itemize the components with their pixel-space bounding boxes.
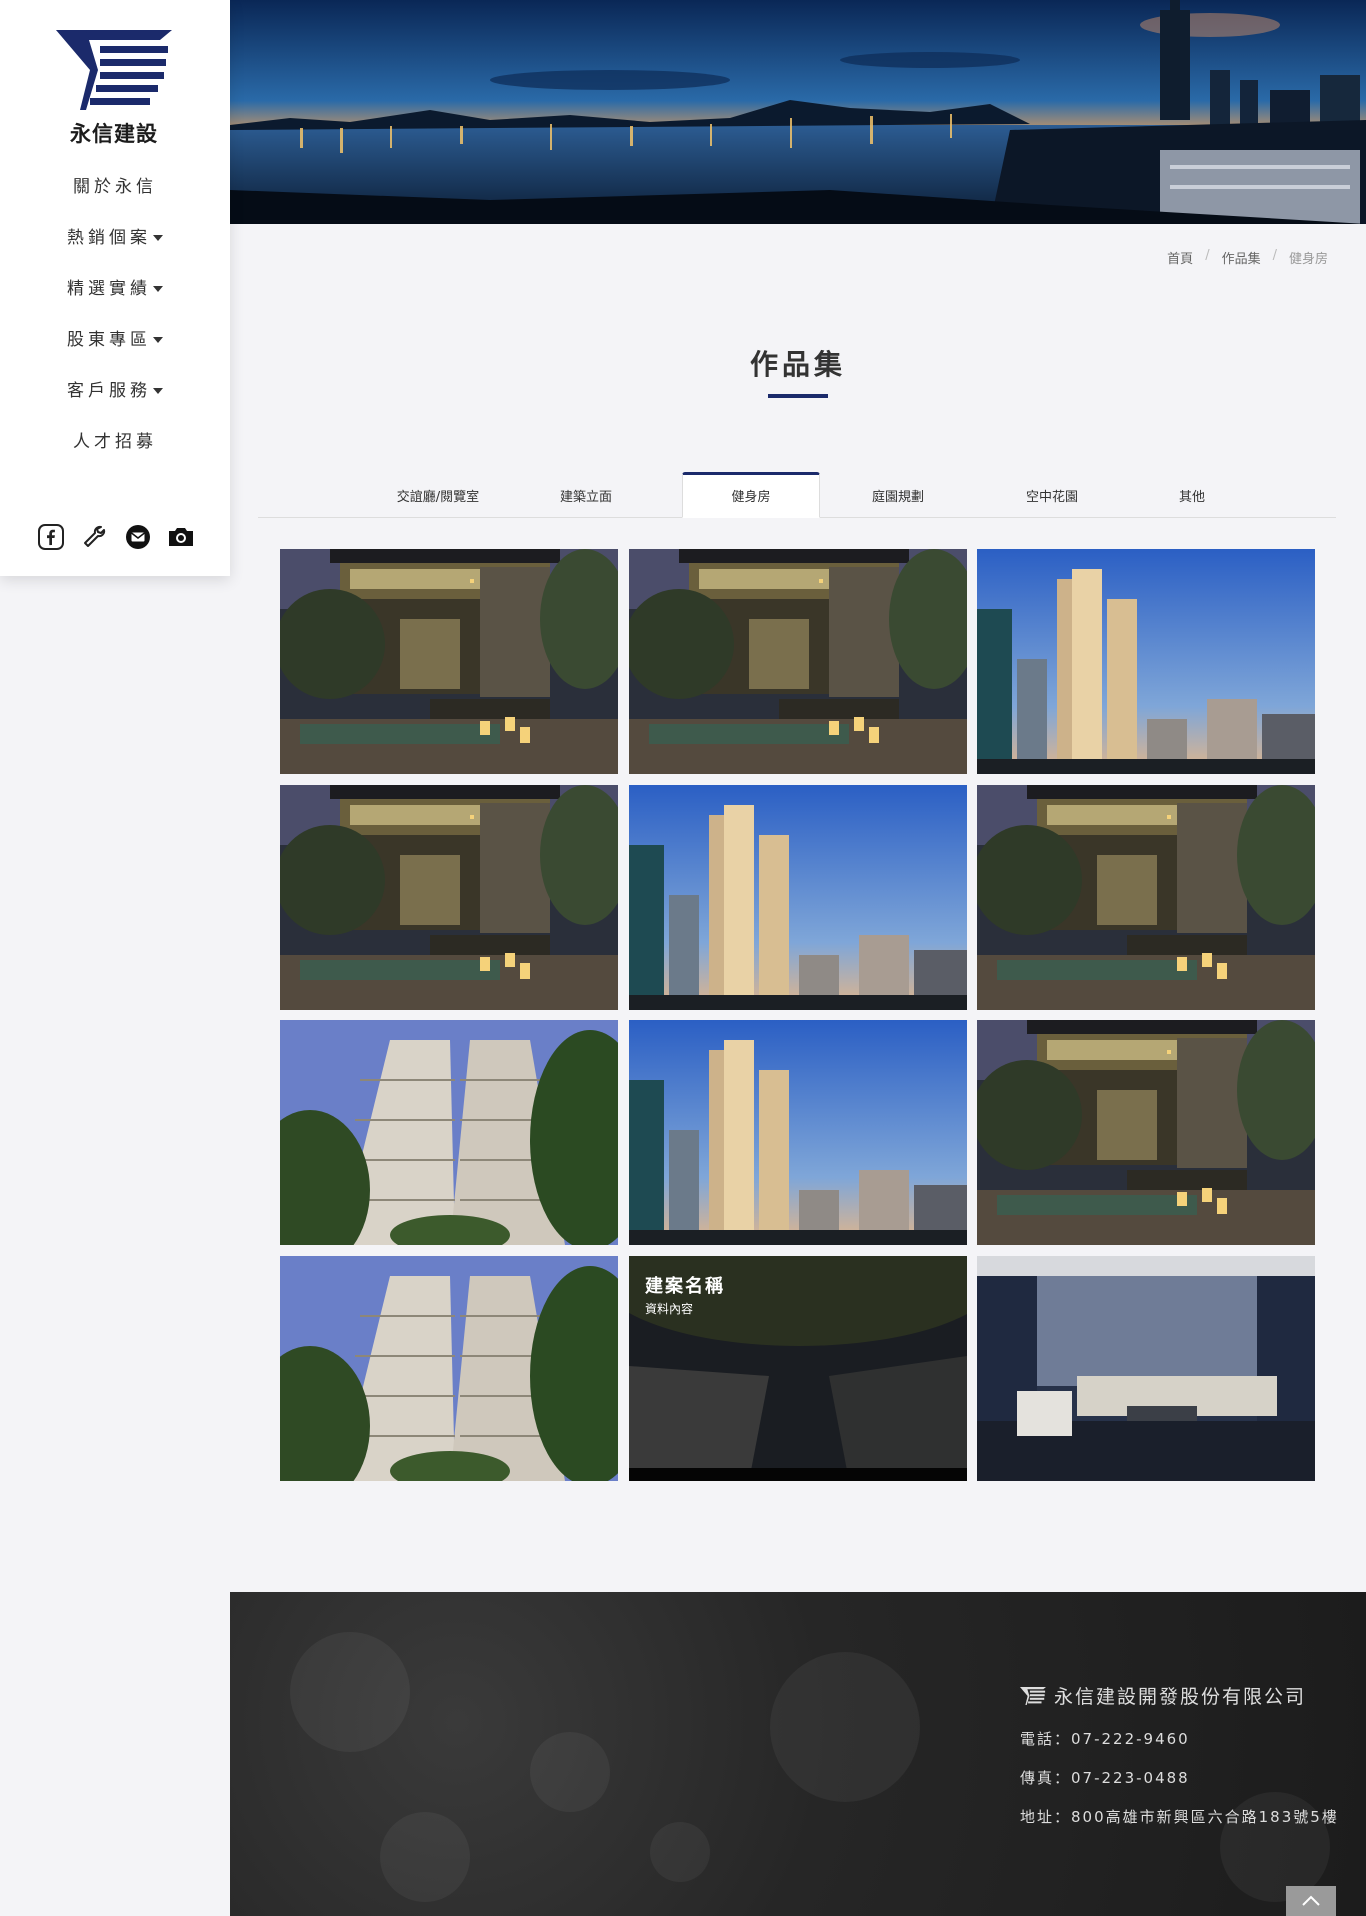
- footer-phone: 電話：07-222-9460: [1020, 1730, 1190, 1748]
- tab-sky-garden[interactable]: 空中花園: [982, 472, 1122, 518]
- social-links: [36, 522, 196, 552]
- footer-bokeh: [530, 1732, 610, 1812]
- nav-item-about[interactable]: 關於永信: [0, 162, 230, 213]
- caret-down-icon: [153, 388, 163, 394]
- footer-fax: 傳真：07-223-0488: [1020, 1769, 1190, 1787]
- nav-item-label: 熱銷個案: [67, 228, 151, 248]
- nav-item-customer-service[interactable]: 客戶服務: [0, 366, 230, 417]
- back-to-top-button[interactable]: [1286, 1886, 1336, 1916]
- caret-down-icon: [153, 337, 163, 343]
- tab-gym[interactable]: 健身房: [682, 472, 820, 518]
- villa-night-image: [280, 549, 618, 774]
- gallery-tile[interactable]: [977, 1020, 1315, 1245]
- facebook-icon[interactable]: [36, 522, 66, 552]
- caret-down-icon: [153, 235, 163, 241]
- villa-night-image: [629, 549, 967, 774]
- logo-mark-icon: [1020, 1686, 1046, 1705]
- gallery-tile[interactable]: [977, 785, 1315, 1010]
- tab-lounge[interactable]: 交誼廳/閱覽室: [368, 472, 508, 518]
- mail-icon[interactable]: [123, 522, 153, 552]
- villa-night-image: [977, 1020, 1315, 1245]
- highrise-day-image: [280, 1020, 618, 1245]
- nav-item-careers[interactable]: 人才招募: [0, 417, 230, 468]
- gallery-tile[interactable]: [629, 1020, 967, 1245]
- breadcrumb-current: 健身房: [1288, 252, 1328, 267]
- gallery-grid: 建案名稱 資料內容: [280, 549, 1315, 1482]
- gallery-tile[interactable]: [280, 1020, 618, 1245]
- nav-item-label: 關於永信: [73, 177, 157, 197]
- gallery-tile[interactable]: [280, 785, 618, 1010]
- nav-item-shareholders[interactable]: 股東專區: [0, 315, 230, 366]
- gallery-tile[interactable]: [629, 549, 967, 774]
- tab-other[interactable]: 其他: [1122, 472, 1262, 518]
- footer-address: 地址：800高雄市新興區六合路183號5樓: [1020, 1808, 1339, 1826]
- nav-item-hot-projects[interactable]: 熱銷個案: [0, 213, 230, 264]
- living-room-image: [977, 1256, 1315, 1481]
- footer-bokeh: [770, 1652, 920, 1802]
- towers-dusk-image: [977, 549, 1315, 774]
- footer-bokeh: [290, 1632, 410, 1752]
- tab-garden[interactable]: 庭園規劃: [828, 472, 968, 518]
- title-underline: [768, 394, 828, 398]
- breadcrumb-portfolio[interactable]: 作品集: [1222, 248, 1261, 267]
- footer: 永信建設開發股份有限公司 電話：07-222-9460 傳真：07-223-04…: [230, 1592, 1366, 1916]
- tile-overlay-subtitle: 資料內容: [645, 1302, 694, 1316]
- footer-bokeh: [380, 1812, 470, 1902]
- gallery-tile[interactable]: [977, 1256, 1315, 1481]
- main-nav: 關於永信 熱銷個案 精選實績 股東專區 客戶服務 人才招募: [0, 162, 230, 468]
- breadcrumb-separator: /: [1272, 248, 1277, 263]
- footer-company-name: 永信建設開發股份有限公司: [1054, 1686, 1307, 1708]
- gallery-tile[interactable]: [629, 785, 967, 1010]
- caret-down-icon: [153, 286, 163, 292]
- nav-item-label: 精選實績: [67, 279, 151, 299]
- nav-item-label: 客戶服務: [67, 381, 151, 401]
- gallery-tile[interactable]: [280, 1256, 618, 1481]
- villa-night-image: [280, 785, 618, 1010]
- gallery-tile-hover[interactable]: 建案名稱 資料內容: [629, 1256, 967, 1481]
- breadcrumb-separator: /: [1205, 248, 1210, 263]
- breadcrumb-home[interactable]: 首頁: [1167, 248, 1193, 267]
- tile-overlay-title: 建案名稱: [645, 1276, 725, 1297]
- nav-item-label: 人才招募: [73, 432, 157, 452]
- gallery-tile[interactable]: [977, 549, 1315, 774]
- wrench-icon[interactable]: [79, 522, 109, 552]
- camera-icon[interactable]: [166, 522, 196, 552]
- highrise-day-image: [280, 1256, 618, 1481]
- logo-mark-icon: [56, 30, 172, 110]
- hero-banner: [230, 0, 1366, 224]
- towers-dusk-image: [629, 1020, 967, 1245]
- footer-company: 永信建設開發股份有限公司: [1020, 1682, 1306, 1709]
- hero-cityscape-image: [230, 0, 1366, 224]
- footer-bokeh: [650, 1822, 710, 1882]
- chevron-up-icon: [1302, 1895, 1320, 1906]
- towers-dusk-image: [629, 785, 967, 1010]
- logo-text: 永信建設: [70, 122, 158, 146]
- villa-night-image: [977, 785, 1315, 1010]
- nav-item-portfolio[interactable]: 精選實績: [0, 264, 230, 315]
- category-tabs: 交誼廳/閱覽室 建築立面 健身房 庭園規劃 空中花園 其他: [258, 472, 1336, 518]
- gallery-tile[interactable]: [280, 549, 618, 774]
- nav-item-label: 股東專區: [67, 330, 151, 350]
- tab-facade[interactable]: 建築立面: [516, 472, 656, 518]
- logo[interactable]: 永信建設: [52, 28, 176, 148]
- sidebar: 永信建設 關於永信 熱銷個案 精選實績 股東專區 客戶服務 人才招募: [0, 0, 230, 576]
- breadcrumb: 首頁 / 作品集 / 健身房: [1167, 248, 1328, 267]
- page-title: 作品集: [749, 348, 846, 381]
